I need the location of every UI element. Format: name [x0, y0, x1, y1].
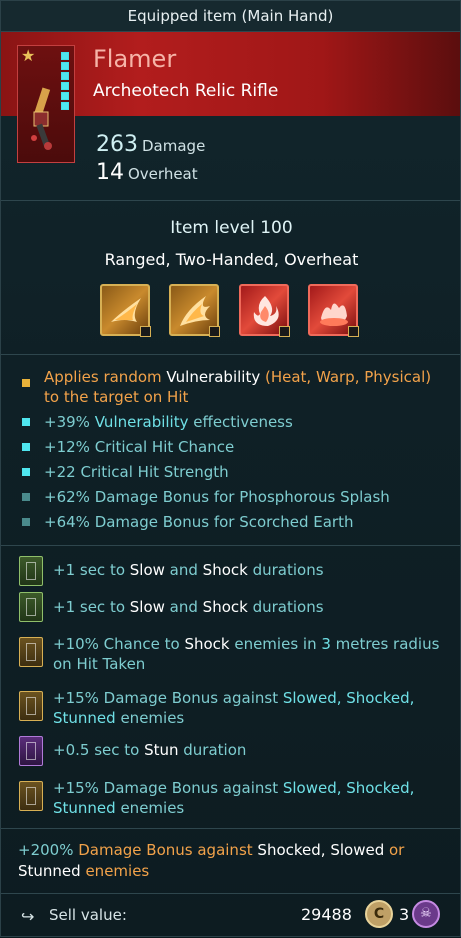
orange-square-bullet-icon [22, 379, 30, 387]
cyan-square-bullet-icon [22, 468, 30, 476]
quality-pip [61, 62, 69, 70]
teal-square-bullet-icon [22, 518, 30, 526]
rune-effect-shock-chance: +10% Chance to Shock enemies in 3 metres… [53, 635, 440, 673]
gold-rune-icon[interactable] [19, 781, 43, 811]
flame-burst-icon [180, 296, 210, 326]
item-tooltip: Equipped item (Main Hand) ★ Flamer Arche… [0, 0, 461, 937]
divider [1, 545, 460, 546]
modifier-vulnerability-effectiveness: +39% Vulnerability effectiveness [44, 413, 293, 431]
weapon-thumbnail: ★ [17, 45, 75, 163]
flamer-weapon-icon [31, 87, 52, 150]
item-name: Flamer [93, 45, 177, 73]
currency-coin-icon: C [365, 900, 393, 928]
modifier-crit-chance: +12% Critical Hit Chance [44, 438, 235, 456]
rune-effect-stun-duration: +0.5 sec to Stun duration [53, 741, 247, 759]
quality-pip [61, 82, 69, 90]
overheat-stat: 14 Overheat [96, 160, 198, 185]
cyan-square-bullet-icon [22, 418, 30, 426]
ability-scorched-earth[interactable] [308, 284, 359, 337]
overheat-value: 14 [96, 160, 124, 185]
gold-rune-icon[interactable] [19, 691, 43, 721]
quality-pip [61, 92, 69, 100]
rune-effect-damage-vs-cc: +15% Damage Bonus against Slowed, Shocke… [53, 779, 415, 817]
rune-effect-slow-shock: +1 sec to Slow and Shock durations [53, 598, 324, 616]
set-bonus-line: +200% Damage Bonus against Shocked, Slow… [18, 841, 405, 880]
overheat-label: Overheat [128, 165, 198, 183]
item-level: Item level 100 [170, 218, 293, 238]
item-type: Archeotech Relic Rifle [93, 81, 279, 101]
ability-fire[interactable] [239, 284, 290, 337]
rune-effect-damage-vs-cc: +15% Damage Bonus against Slowed, Shocke… [53, 689, 415, 727]
modifier-crit-strength: +22 Critical Hit Strength [44, 463, 229, 481]
tooltip-footer: ↪ Sell value: 29488 C 3 ☠ [1, 893, 460, 938]
skull-currency-icon: ☠ [412, 900, 440, 928]
quality-pip [61, 52, 69, 60]
quality-pip [61, 72, 69, 80]
ability-corner-badge [348, 326, 359, 337]
item-tags: Ranged, Two-Handed, Overheat [104, 250, 359, 269]
flame-wave-icon [111, 298, 141, 322]
sell-value: 29488 [301, 905, 352, 924]
divider [1, 354, 460, 355]
fire-icon [253, 296, 279, 326]
green-rune-icon[interactable] [19, 592, 43, 622]
tooltip-title: Equipped item (Main Hand) [1, 1, 460, 32]
gold-rune-icon[interactable] [19, 637, 43, 667]
modifier-phosphorous-splash: +62% Damage Bonus for Phosphorous Splash [44, 488, 390, 506]
skull-currency-count: 3 [399, 905, 410, 924]
ability-corner-badge [279, 326, 290, 337]
damage-value: 263 [96, 132, 138, 157]
rune-effect-slow-shock: +1 sec to Slow and Shock durations [53, 561, 324, 579]
teal-square-bullet-icon [22, 493, 30, 501]
sell-arrow-icon: ↪ [21, 907, 35, 926]
ability-flame-wave[interactable] [100, 284, 151, 337]
modifier-scorched-earth: +64% Damage Bonus for Scorched Earth [44, 513, 354, 531]
ability-flame-burst[interactable] [169, 284, 220, 337]
damage-label: Damage [142, 137, 206, 155]
cyan-square-bullet-icon [22, 443, 30, 451]
star-icon: ★ [21, 46, 36, 65]
divider [1, 828, 460, 829]
damage-stat: 263 Damage [96, 132, 205, 157]
ability-corner-badge [209, 326, 220, 337]
sell-label: Sell value: [49, 906, 127, 924]
purple-rune-icon[interactable] [19, 736, 43, 766]
quality-pip [61, 102, 69, 110]
quality-pips [61, 52, 71, 112]
scorched-earth-icon [320, 303, 348, 326]
green-rune-icon[interactable] [19, 556, 43, 586]
modifier-vulnerability: Applies random Vulnerability (Heat, Warp… [44, 368, 432, 406]
ability-corner-badge [140, 326, 151, 337]
divider [1, 200, 460, 201]
